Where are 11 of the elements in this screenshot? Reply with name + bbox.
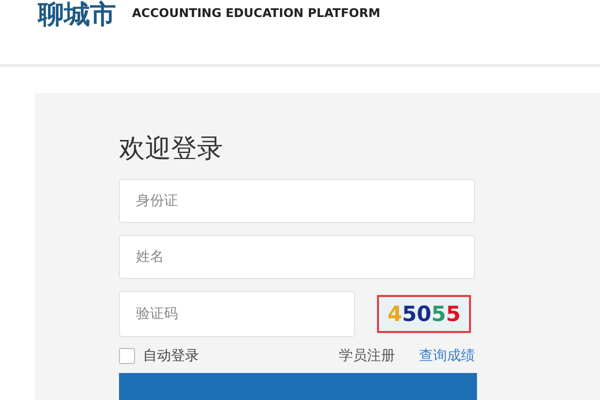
input-field[interactable]: 身份证 — [119, 179, 475, 223]
link[interactable]: 学员注册 — [339, 347, 395, 365]
logo-text: 聊城市 — [38, 0, 116, 30]
link[interactable]: 查询成绩 — [419, 347, 475, 365]
login-title: 欢迎登录 — [119, 133, 224, 166]
captcha-image[interactable]: 45055 — [377, 295, 471, 333]
captcha-input-field[interactable]: 验证码 — [119, 291, 355, 337]
input-field[interactable]: 姓名 — [119, 235, 475, 279]
checkbox[interactable] — [119, 348, 135, 364]
platform-subtitle: ACCOUNTING EDUCATION PLATFORM — [132, 6, 380, 20]
checkbox-label: 自动登录 — [143, 347, 199, 365]
